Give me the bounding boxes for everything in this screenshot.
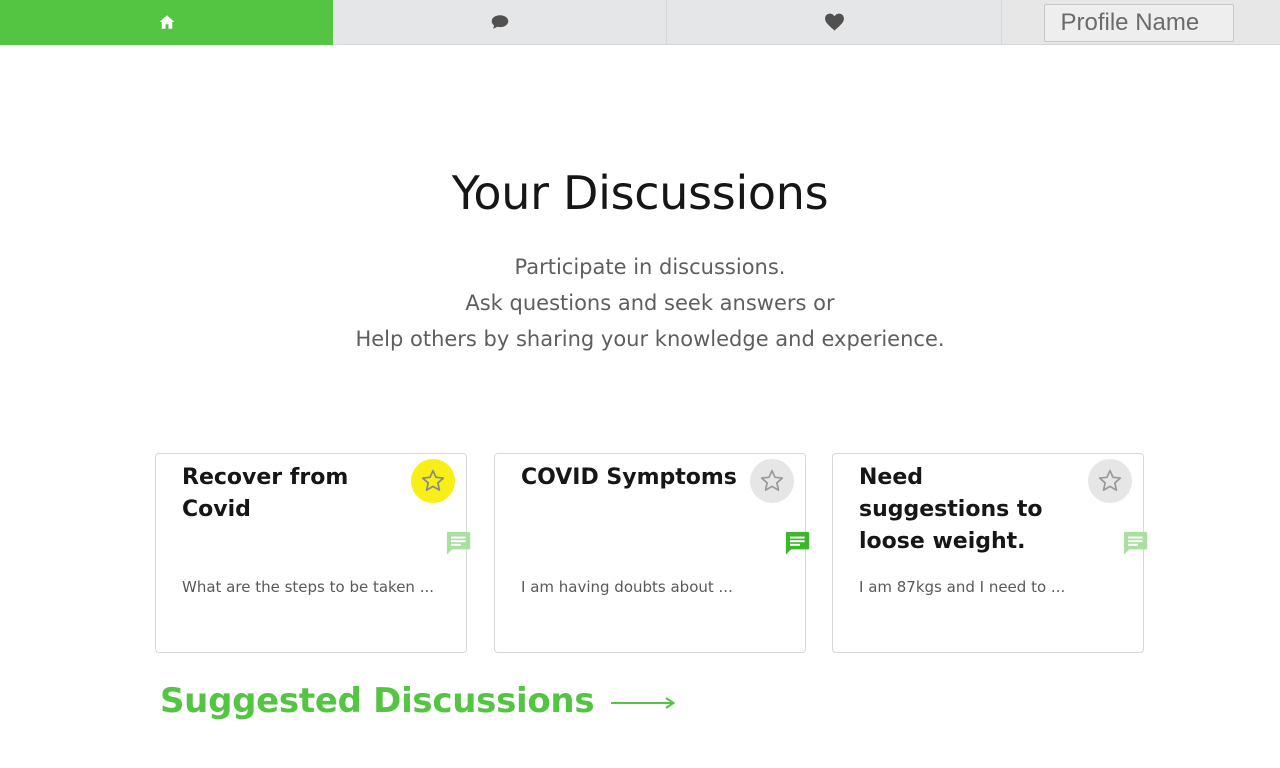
subtitle-line-1: Participate in discussions. — [514, 255, 786, 279]
favorite-star-button[interactable] — [750, 459, 794, 503]
tab-favorites[interactable] — [667, 0, 1002, 45]
arrow-right-icon — [611, 697, 676, 709]
favorite-star-button[interactable] — [411, 459, 455, 503]
profile-name-input[interactable] — [1043, 4, 1234, 42]
page-subtitle: Participate in discussions. Ask question… — [0, 249, 1280, 357]
profile-tab — [1002, 0, 1280, 45]
card-description: I am having doubts about ... — [521, 578, 733, 596]
comment-icon[interactable] — [1121, 529, 1149, 557]
tab-home[interactable] — [0, 0, 333, 45]
top-nav — [0, 0, 1280, 45]
page-title: Your Discussions — [451, 166, 829, 220]
favorite-star-button[interactable] — [1088, 459, 1132, 503]
star-icon — [760, 469, 784, 491]
heart-icon — [824, 13, 844, 31]
discussion-card[interactable]: COVID Symptoms I am having doubts about … — [494, 453, 810, 653]
card-title: Recover from Covid — [182, 465, 349, 522]
subtitle-line-3: Help others by sharing your knowledge an… — [355, 327, 945, 351]
comment-icon[interactable] — [783, 529, 811, 557]
card-title: Need suggestions to loose weight. — [859, 465, 1043, 554]
comment-icon[interactable] — [444, 529, 472, 557]
card-description: What are the steps to be taken ... — [182, 578, 434, 596]
tab-messages[interactable] — [333, 0, 667, 45]
suggested-discussions-link[interactable]: Suggested Discussions — [160, 681, 676, 721]
discussion-card[interactable]: Recover from Covid What are the steps to… — [155, 453, 471, 653]
star-icon — [421, 469, 445, 491]
discussion-card[interactable]: Need suggestions to loose weight. I am 8… — [832, 453, 1148, 653]
home-icon — [159, 15, 174, 29]
card-title: COVID Symptoms — [521, 465, 737, 490]
subtitle-line-2: Ask questions and seek answers or — [465, 291, 835, 315]
star-icon — [1098, 469, 1122, 491]
chat-bubble-icon — [491, 15, 508, 29]
card-description: I am 87kgs and I need to ... — [859, 578, 1066, 596]
suggested-discussions-label: Suggested Discussions — [160, 681, 595, 721]
